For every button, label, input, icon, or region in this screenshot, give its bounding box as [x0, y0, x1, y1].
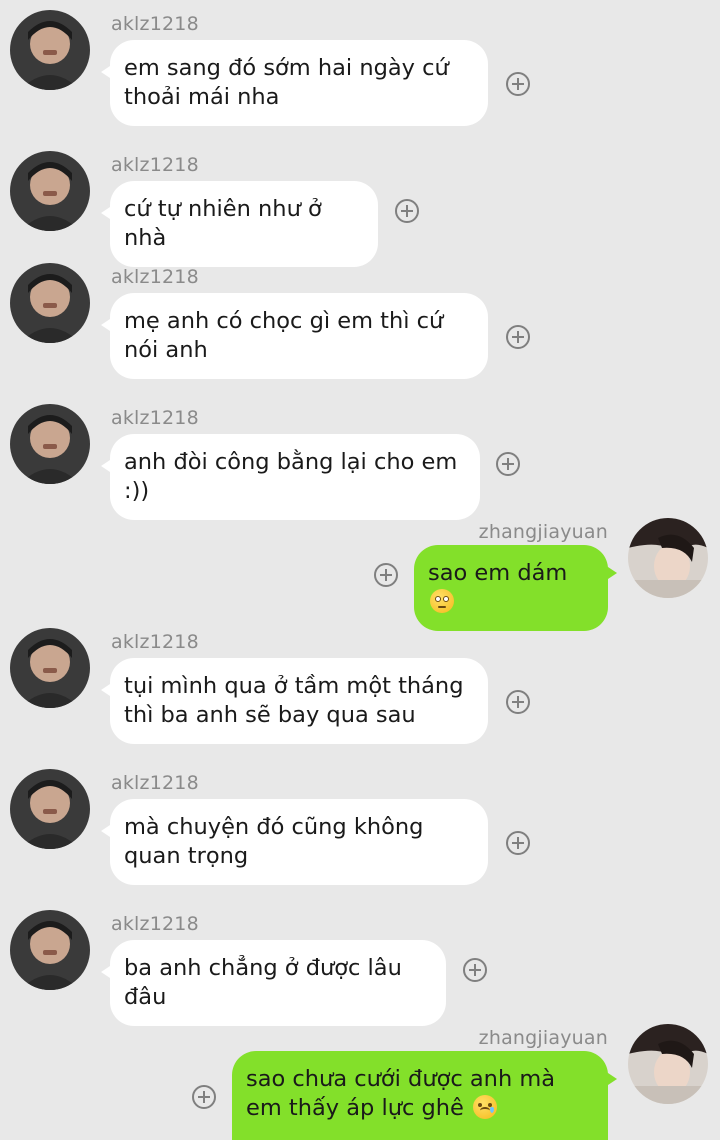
message-text: mẹ anh có chọc gì em thì cứ nói anh — [124, 308, 444, 363]
avatar-aklz1218[interactable] — [10, 10, 90, 90]
plus-circle-icon[interactable] — [506, 831, 530, 855]
message-text: sao em dám — [428, 560, 568, 586]
message-text: sao chưa cưới được anh mà em thấy áp lực… — [246, 1066, 556, 1121]
message-row: aklz1218 mà chuyện đó cũng không quan tr… — [0, 759, 720, 899]
message-text: ba anh chẳng ở được lâu đâu — [124, 955, 402, 1010]
message-text: mà chuyện đó cũng không quan trọng — [124, 814, 424, 869]
message-bubble[interactable]: em sang đó sớm hai ngày cứ thoải mái nha — [101, 40, 488, 126]
message-text: tụi mình qua ở tầm một tháng thì ba anh … — [124, 673, 464, 728]
avatar-zhangjiayuan[interactable] — [628, 1024, 708, 1104]
message-bubble[interactable]: tụi mình qua ở tầm một tháng thì ba anh … — [101, 658, 488, 744]
rolling-eyes-emoji — [430, 589, 454, 613]
plus-circle-icon[interactable] — [496, 452, 520, 476]
sender-name: aklz1218 — [111, 154, 199, 176]
avatar-aklz1218[interactable] — [10, 910, 90, 990]
message-row: aklz1218 mẹ anh có chọc gì em thì cứ nói… — [0, 253, 720, 393]
plus-circle-icon[interactable] — [506, 690, 530, 714]
message-row: aklz1218 em sang đó sớm hai ngày cứ thoả… — [0, 0, 720, 140]
message-row: aklz1218 anh đòi công bằng lại cho em :)… — [0, 394, 720, 520]
message-bubble[interactable]: mẹ anh có chọc gì em thì cứ nói anh — [101, 293, 488, 379]
sender-name: aklz1218 — [111, 407, 199, 429]
plus-circle-icon[interactable] — [463, 958, 487, 982]
plus-circle-icon[interactable] — [506, 325, 530, 349]
sender-name: aklz1218 — [111, 913, 199, 935]
message-bubble[interactable]: mà chuyện đó cũng không quan trọng — [101, 799, 488, 885]
avatar-aklz1218[interactable] — [10, 263, 90, 343]
message-text: anh đòi công bằng lại cho em :)) — [124, 449, 458, 504]
plus-circle-icon[interactable] — [374, 563, 398, 587]
plus-circle-icon[interactable] — [395, 199, 419, 223]
avatar-aklz1218[interactable] — [10, 628, 90, 708]
sender-name: aklz1218 — [111, 13, 199, 35]
avatar-aklz1218[interactable] — [10, 769, 90, 849]
sender-name: zhangjiayuan — [478, 521, 608, 543]
avatar-aklz1218[interactable] — [10, 404, 90, 484]
plus-circle-icon[interactable] — [192, 1085, 216, 1109]
sender-name: zhangjiayuan — [478, 1027, 608, 1049]
plus-circle-icon[interactable] — [506, 72, 530, 96]
chat-thread: aklz1218 em sang đó sớm hai ngày cứ thoả… — [0, 0, 720, 1140]
avatar-aklz1218[interactable] — [10, 151, 90, 231]
sender-name: aklz1218 — [111, 772, 199, 794]
sad-tear-emoji — [473, 1095, 498, 1119]
message-row: zhangjiayuan sao em dám — [0, 502, 720, 631]
message-row: aklz1218 cứ tự nhiên như ở nhà — [0, 141, 720, 267]
message-row: aklz1218 tụi mình qua ở tầm một tháng th… — [0, 618, 720, 758]
sender-name: aklz1218 — [111, 266, 199, 288]
message-text: em sang đó sớm hai ngày cứ thoải mái nha — [124, 55, 449, 110]
message-text: cứ tự nhiên như ở nhà — [124, 196, 322, 251]
message-bubble[interactable]: sao chưa cưới được anh mà em thấy áp lực… — [232, 1051, 617, 1140]
message-row: aklz1218 ba anh chẳng ở được lâu đâu — [0, 900, 720, 1026]
message-row: zhangjiayuan sao chưa cưới được anh mà e… — [0, 1008, 720, 1140]
avatar-zhangjiayuan[interactable] — [628, 518, 708, 598]
sender-name: aklz1218 — [111, 631, 199, 653]
